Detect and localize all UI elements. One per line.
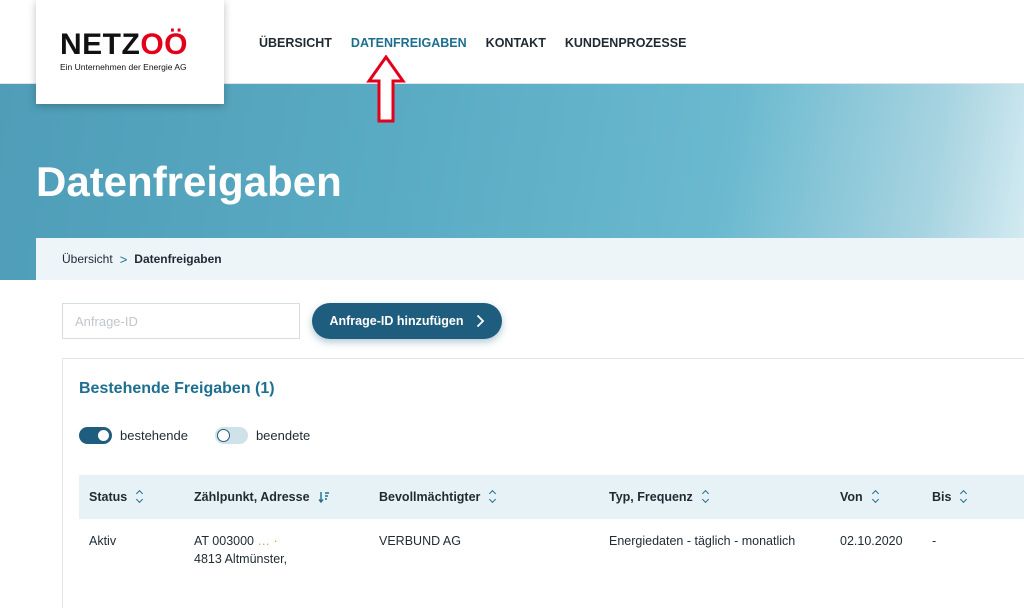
adresse-text: 4813 Altmünster, bbox=[194, 552, 288, 566]
cell-zaehlpunkt-adresse: AT 003000 … · 4813 Altmünster, bbox=[184, 534, 369, 566]
nav-item-kontakt[interactable]: KONTAKT bbox=[486, 36, 546, 50]
bis-text: - bbox=[932, 534, 937, 548]
column-label: Typ, Frequenz bbox=[609, 490, 693, 504]
typ-text: Energiedaten - täglich - monatlich bbox=[609, 534, 796, 548]
section-title: Bestehende Freigaben (1) bbox=[79, 380, 275, 397]
sort-descending-icon bbox=[318, 492, 329, 503]
anfrage-id-input[interactable] bbox=[62, 303, 300, 339]
add-button-label: Anfrage-ID hinzufügen bbox=[329, 314, 464, 328]
filter-toggles: bestehende beendete bbox=[79, 427, 337, 444]
column-header-bis[interactable]: Bis bbox=[922, 490, 1024, 504]
table-header: Status Zählpunkt, Adresse Bevollmächtigt… bbox=[79, 475, 1024, 519]
column-header-bevollmaechtigter[interactable]: Bevollmächtigter bbox=[369, 490, 599, 504]
logo-tagline: Ein Unternehmen der Energie AG bbox=[60, 62, 187, 72]
column-label: Zählpunkt, Adresse bbox=[194, 490, 310, 504]
cell-von: 02.10.2020 bbox=[830, 534, 922, 548]
sort-icon bbox=[959, 491, 969, 503]
zaehlpunkt-number: AT 003000 bbox=[194, 534, 255, 548]
toggle-bestehende-label: bestehende bbox=[120, 428, 188, 443]
annotation-arrow-icon bbox=[366, 55, 406, 123]
sort-icon bbox=[135, 491, 145, 503]
cell-status: Aktiv bbox=[79, 534, 184, 548]
status-text: Aktiv bbox=[89, 534, 117, 548]
column-header-status[interactable]: Status bbox=[79, 490, 184, 504]
breadcrumb: Übersicht > Datenfreigaben bbox=[36, 238, 1024, 280]
zaehlpunkt-masked: … · bbox=[257, 534, 278, 548]
column-label: Bevollmächtigter bbox=[379, 490, 481, 504]
column-label: Status bbox=[89, 490, 128, 504]
sort-icon bbox=[488, 491, 498, 503]
column-header-typ[interactable]: Typ, Frequenz bbox=[599, 490, 830, 504]
logo[interactable]: NETZOÖ Ein Unternehmen der Energie AG bbox=[36, 0, 224, 104]
page: ÜBERSICHT DATENFREIGABEN KONTAKT KUNDENP… bbox=[0, 0, 1024, 608]
von-text: 02.10.2020 bbox=[840, 534, 903, 548]
toggle-beendete-label: beendete bbox=[255, 428, 311, 443]
nav-item-kundenprozesse[interactable]: KUNDENPROZESSE bbox=[565, 36, 687, 50]
sort-icon bbox=[871, 491, 881, 503]
column-label: Bis bbox=[932, 490, 952, 504]
cell-bevollmaechtigter: VERBUND AG bbox=[369, 534, 599, 548]
breadcrumb-chevron-icon: > bbox=[119, 251, 128, 267]
main-nav: ÜBERSICHT DATENFREIGABEN KONTAKT KUNDENP… bbox=[259, 36, 686, 50]
add-anfrage-id-button[interactable]: Anfrage-ID hinzufügen bbox=[312, 303, 502, 339]
chevron-right-icon bbox=[476, 314, 484, 328]
page-title: Datenfreigaben bbox=[36, 158, 342, 205]
logo-brand-red: OÖ bbox=[140, 28, 188, 61]
freigaben-section: Bestehende Freigaben (1) bestehende been… bbox=[62, 358, 1024, 608]
sort-icon bbox=[701, 491, 711, 503]
logo-brand-black: NETZ bbox=[60, 28, 141, 61]
nav-item-uebersicht[interactable]: ÜBERSICHT bbox=[259, 36, 332, 50]
nav-item-datenfreigaben[interactable]: DATENFREIGABEN bbox=[351, 36, 467, 50]
cell-typ-frequenz: Energiedaten - täglich - monatlich bbox=[599, 534, 830, 548]
zaehlpunkt-text: AT 003000 … · bbox=[194, 534, 278, 548]
toggle-beendete[interactable] bbox=[214, 427, 248, 444]
column-header-zaehlpunkt[interactable]: Zählpunkt, Adresse bbox=[184, 490, 369, 504]
freigaben-table: Status Zählpunkt, Adresse Bevollmächtigt… bbox=[79, 475, 1024, 579]
breadcrumb-home-link[interactable]: Übersicht bbox=[62, 252, 113, 266]
column-header-von[interactable]: Von bbox=[830, 490, 922, 504]
toggle-bestehende[interactable] bbox=[79, 427, 112, 444]
breadcrumb-current: Datenfreigaben bbox=[134, 252, 222, 266]
logo-wordmark: NETZOÖ bbox=[60, 30, 188, 60]
column-label: Von bbox=[840, 490, 863, 504]
table-row[interactable]: Aktiv AT 003000 … · 4813 Altmünster, VER… bbox=[79, 519, 1024, 579]
cell-bis: - bbox=[922, 534, 1024, 548]
bevollmaechtigter-text: VERBUND AG bbox=[379, 534, 461, 548]
